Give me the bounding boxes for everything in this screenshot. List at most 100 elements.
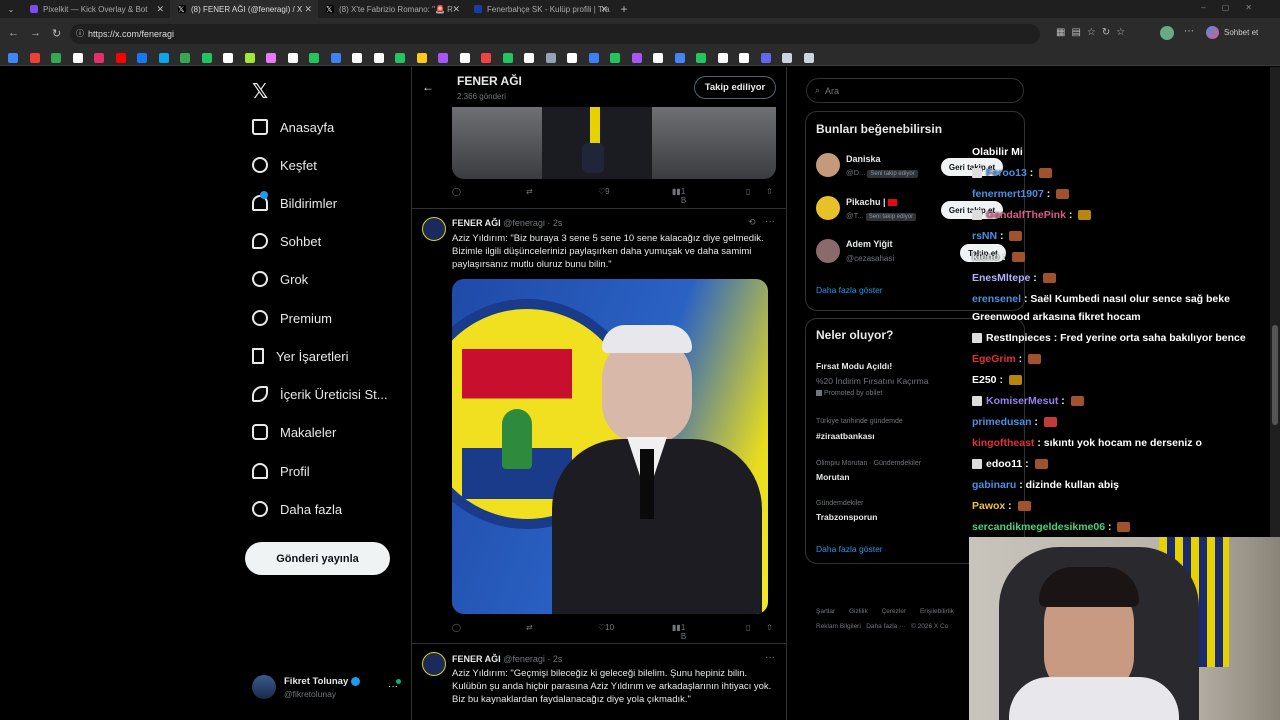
tweet-avatar[interactable] bbox=[422, 652, 446, 676]
bookmark-item-icon[interactable] bbox=[373, 53, 384, 63]
chat-username[interactable]: kingoftheast bbox=[972, 437, 1034, 449]
bookmark-item-icon[interactable] bbox=[588, 53, 599, 63]
bookmark-item-icon[interactable] bbox=[29, 53, 40, 63]
account-name[interactable]: Fikret Tolunay bbox=[284, 676, 360, 687]
trend-name[interactable]: Morutan bbox=[816, 472, 850, 482]
reply-icon[interactable]: ◯ bbox=[452, 623, 461, 632]
bookmark-item-icon[interactable] bbox=[502, 53, 513, 63]
bookmark-item-icon[interactable] bbox=[223, 53, 233, 63]
tweet-author[interactable]: FENER AĞI bbox=[452, 218, 501, 228]
window-controls[interactable]: –▢✕ bbox=[1201, 3, 1268, 12]
account-avatar[interactable] bbox=[252, 675, 276, 699]
retweet-icon[interactable]: ⇄ bbox=[526, 623, 533, 632]
bookmark-item-icon[interactable] bbox=[739, 53, 749, 63]
nav-chat[interactable]: Sohbet bbox=[252, 229, 321, 253]
chat-username[interactable]: KomiserMesut bbox=[986, 395, 1058, 407]
bookmark-item-icon[interactable] bbox=[287, 53, 298, 63]
bookmark-icon[interactable]: ▯ bbox=[746, 187, 750, 196]
bookmark-item-icon[interactable] bbox=[137, 53, 147, 63]
bookmark-item-icon[interactable] bbox=[674, 53, 685, 63]
tweet-avatar[interactable] bbox=[422, 217, 446, 241]
chat-username[interactable]: GandalfThePink bbox=[986, 209, 1066, 221]
search-box[interactable]: ⌕ Ara bbox=[806, 78, 1024, 103]
bookmark-item-icon[interactable] bbox=[395, 53, 405, 63]
bookmark-item-icon[interactable] bbox=[524, 53, 534, 63]
chat-username[interactable]: gabinaru bbox=[972, 479, 1016, 491]
bookmark-item-icon[interactable] bbox=[481, 53, 491, 63]
chat-username[interactable]: Feroo13 bbox=[986, 167, 1027, 179]
nav-profile[interactable]: Profil bbox=[252, 459, 310, 483]
nav-home[interactable]: Anasayfa bbox=[252, 115, 334, 139]
chat-username[interactable]: Pawox bbox=[972, 500, 1005, 512]
show-more-link[interactable]: Daha fazla göster bbox=[816, 544, 883, 554]
site-info-icon[interactable]: ⓘ bbox=[76, 28, 84, 39]
user-avatar[interactable] bbox=[816, 153, 840, 177]
chat-username[interactable]: fenermert1907 bbox=[972, 188, 1044, 200]
nav-creator-studio[interactable]: İçerik Üreticisi St... bbox=[252, 382, 388, 406]
scrollbar-thumb[interactable] bbox=[1272, 325, 1278, 425]
forward-icon[interactable]: → bbox=[30, 27, 41, 39]
share-icon[interactable]: ⇧ bbox=[766, 187, 773, 196]
bookmark-item-icon[interactable] bbox=[803, 53, 814, 63]
user-name[interactable]: Pikachu | bbox=[846, 197, 886, 207]
bookmark-item-icon[interactable] bbox=[631, 53, 642, 63]
close-icon[interactable]: ✕ bbox=[304, 4, 312, 15]
bookmark-item-icon[interactable] bbox=[201, 53, 212, 63]
bookmark-item-icon[interactable] bbox=[696, 53, 706, 63]
views-button[interactable]: ▮▮ 1 B bbox=[672, 623, 686, 641]
user-name[interactable]: Daniska bbox=[846, 154, 881, 164]
nav-articles[interactable]: Makaleler bbox=[252, 420, 336, 444]
bookmark-item-icon[interactable] bbox=[51, 53, 61, 63]
share-icon[interactable]: ⇧ bbox=[766, 623, 773, 632]
menu-icon[interactable]: ⋯ bbox=[1184, 26, 1194, 37]
tweet-image-top[interactable] bbox=[452, 107, 776, 179]
browser-tab-feneragi[interactable]: 𝕏 (8) FENER AĞI (@feneragi) / X ✕ bbox=[170, 0, 318, 18]
bookmark-item-icon[interactable] bbox=[760, 53, 771, 63]
footer-link[interactable]: Reklam Bilgileri bbox=[816, 623, 861, 630]
browser-tab-pixelkit[interactable]: Pixelkit — Kick Overlay & Bot ✕ bbox=[22, 0, 170, 18]
back-arrow-icon[interactable]: ← bbox=[422, 80, 434, 94]
bookmark-item-icon[interactable] bbox=[545, 53, 556, 63]
chat-username[interactable]: Olabilir Mi bbox=[972, 146, 1023, 158]
bookmark-item-icon[interactable] bbox=[330, 53, 341, 63]
show-more-link[interactable]: Daha fazla göster bbox=[816, 285, 883, 295]
close-icon[interactable]: ✕ bbox=[452, 4, 460, 15]
trend-name[interactable]: #ziraatbankası bbox=[816, 431, 875, 441]
bookmark-item-icon[interactable] bbox=[782, 53, 792, 63]
footer-link[interactable]: Erişilebilirlik bbox=[920, 608, 954, 615]
bookmark-item-icon[interactable] bbox=[244, 53, 255, 63]
bookmark-item-icon[interactable] bbox=[266, 53, 276, 63]
user-avatar[interactable] bbox=[816, 196, 840, 220]
chat-username[interactable]: kleno bbox=[972, 251, 999, 263]
toolbar-icons[interactable]: ▦▤☆↻☆ bbox=[1056, 27, 1131, 38]
nav-premium[interactable]: Premium bbox=[252, 306, 332, 330]
like-button[interactable]: ♡ 10 bbox=[598, 623, 614, 632]
tweet-more-icon[interactable]: ··· bbox=[765, 216, 775, 227]
chat-username[interactable]: E250 bbox=[972, 374, 997, 386]
tweet-more-icon[interactable]: ··· bbox=[765, 652, 775, 663]
browser-tab-transfermarkt[interactable]: Fenerbahçe SK - Kulüp profili | Tra ✕ bbox=[466, 0, 614, 18]
nav-more[interactable]: Daha fazla bbox=[252, 497, 342, 521]
tweet-image[interactable] bbox=[452, 279, 768, 614]
footer-link[interactable]: Daha fazla ··· bbox=[866, 623, 905, 630]
bookmark-item-icon[interactable] bbox=[158, 53, 169, 63]
nav-bookmarks[interactable]: Yer İşaretleri bbox=[252, 344, 349, 368]
nav-grok[interactable]: Grok bbox=[249, 267, 308, 291]
tab-list-icon[interactable]: ⌄ bbox=[0, 5, 22, 14]
chat-username[interactable]: primedusan bbox=[972, 416, 1032, 428]
browser-tab-fabrizio[interactable]: 𝕏 (8) X'te Fabrizio Romano: "🚨 R ✕ bbox=[318, 0, 466, 18]
bookmark-item-icon[interactable] bbox=[72, 53, 83, 63]
bookmark-item-icon[interactable] bbox=[94, 53, 104, 63]
close-icon[interactable]: ✕ bbox=[156, 4, 164, 15]
profile-avatar[interactable] bbox=[1160, 26, 1174, 40]
bookmark-item-icon[interactable] bbox=[8, 53, 18, 63]
chat-username[interactable]: EnesMltepe bbox=[972, 272, 1030, 284]
nav-notifications[interactable]: Bildirimler bbox=[252, 191, 337, 215]
chat-username[interactable]: rsNN bbox=[972, 230, 997, 242]
trend-name[interactable]: Trabzonsporun bbox=[816, 512, 877, 522]
url-bar[interactable]: ⓘ https://x.com/feneragi bbox=[70, 24, 1040, 44]
tweet-author[interactable]: FENER AĞI bbox=[452, 654, 501, 664]
close-icon[interactable]: ✕ bbox=[600, 4, 608, 15]
bookmark-item-icon[interactable] bbox=[567, 53, 577, 63]
bookmark-item-icon[interactable] bbox=[416, 53, 427, 63]
